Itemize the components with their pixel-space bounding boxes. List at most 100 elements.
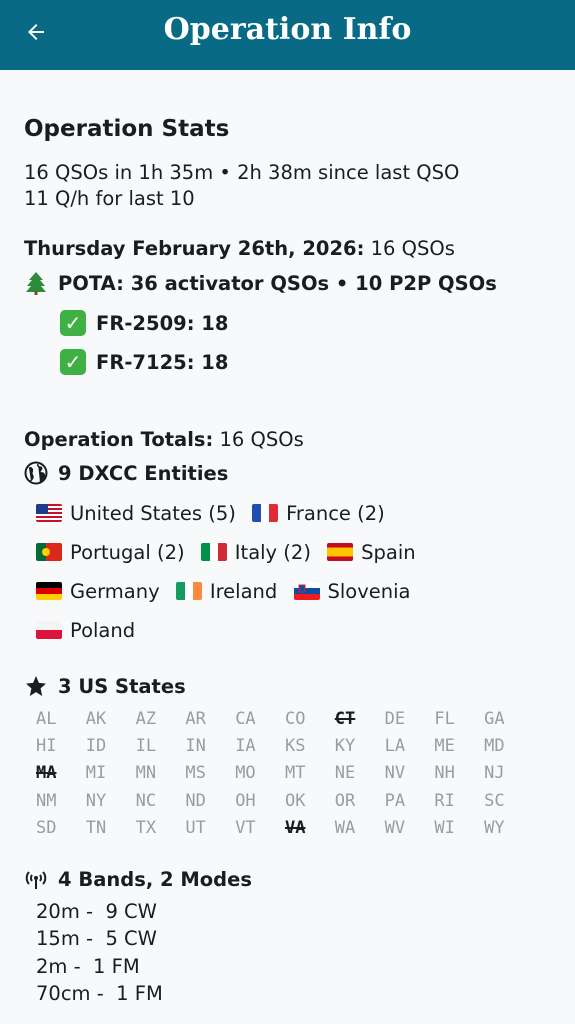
totals-label: Operation Totals:: [24, 428, 214, 451]
state-cell-in: IN: [185, 736, 206, 757]
bands-title: 4 Bands, 2 Modes: [58, 867, 252, 891]
dxcc-row: Portugal (2) Italy (2) Spain: [36, 541, 426, 564]
state-cell-sc: SC: [484, 790, 505, 811]
dxcc-entity-name: Germany: [70, 580, 160, 603]
dxcc-entity-name: Poland: [70, 619, 136, 642]
park-label: FR-7125: 18: [96, 350, 229, 374]
state-cell-wa: WA: [334, 817, 356, 838]
us-states-heading: 3 US States: [24, 674, 186, 698]
state-cell-nh: NH: [434, 763, 455, 784]
state-cell-nd: ND: [185, 790, 206, 811]
radio-tower-icon: [24, 867, 48, 891]
check-mark-icon: ✓: [60, 310, 86, 336]
page-title: Operation Info: [163, 12, 412, 47]
dxcc-entity: Poland: [36, 619, 135, 642]
band-line: 20m - 9 CW: [36, 900, 157, 923]
state-cell-ak: AK: [85, 709, 107, 729]
park-row: ✓ FR-2509: 18: [60, 310, 228, 336]
day-date-label: Thursday February 26th, 2026:: [24, 237, 365, 260]
app-bar: Operation Info: [0, 0, 575, 70]
dxcc-entity: Ireland: [175, 580, 277, 603]
dxcc-row: United States (5) France (2): [36, 502, 395, 525]
dxcc-entity: Spain: [327, 541, 416, 564]
state-cell-ca: CA: [235, 709, 256, 729]
dxcc-entity-name: Slovenia: [327, 580, 411, 603]
state-cell-wy: WY: [484, 817, 505, 838]
dxcc-title: 9 DXCC Entities: [58, 461, 229, 485]
state-cell-al: AL: [36, 709, 57, 729]
state-cell-ok: OK: [284, 790, 306, 811]
dxcc-entity: Italy (2): [200, 541, 311, 564]
operation-stats-heading: Operation Stats: [24, 116, 230, 142]
state-cell-az: AZ: [135, 709, 157, 729]
state-cell-ks: KS: [284, 736, 306, 757]
globe-icon: [24, 461, 48, 485]
state-cell-nc: NC: [135, 790, 157, 811]
state-cell-oh: OH: [235, 790, 256, 811]
state-cell-ct: CT: [334, 709, 356, 729]
state-cell-vt: VT: [235, 817, 256, 838]
band-line: 2m - 1 FM: [36, 955, 140, 978]
state-cell-ut: UT: [185, 817, 206, 838]
us-states-title: 3 US States: [58, 674, 186, 698]
stats-summary-line: 16 QSOs in 1h 35m • 2h 38m since last QS…: [24, 161, 460, 184]
band-line: 70cm - 1 FM: [36, 982, 163, 1005]
dxcc-row: Germany Ireland Slovenia: [36, 580, 421, 603]
dxcc-entity-name: United States (5): [70, 502, 236, 525]
si-flag-icon: [293, 582, 320, 600]
park-label: FR-2509: 18: [96, 311, 229, 335]
state-cell-ky: KY: [334, 736, 356, 757]
dxcc-entity: Germany: [36, 580, 160, 603]
state-cell-mn: MN: [135, 763, 157, 784]
state-cell-pa: PA: [384, 790, 406, 811]
bands-heading: 4 Bands, 2 Modes: [24, 867, 252, 891]
band-line: 15m - 5 CW: [36, 927, 157, 950]
evergreen-tree-icon: [24, 271, 48, 295]
state-cell-va: VA: [284, 817, 306, 838]
state-cell-co: CO: [284, 709, 306, 729]
pt-flag-icon: [36, 543, 62, 561]
state-cell-tx: TX: [135, 817, 157, 838]
state-cell-nm: NM: [36, 790, 57, 811]
state-cell-de: DE: [384, 709, 406, 729]
dxcc-entity: France (2): [252, 502, 385, 525]
state-cell-mt: MT: [284, 763, 306, 784]
dxcc-entity: Portugal (2): [36, 541, 185, 564]
pota-summary: POTA: 36 activator QSOs • 10 P2P QSOs: [24, 271, 497, 295]
park-row: ✓ FR-7125: 18: [60, 349, 228, 375]
es-flag-icon: [327, 543, 354, 561]
stats-rate-line: 11 Q/h for last 10: [24, 187, 195, 210]
state-cell-ga: GA: [484, 709, 505, 729]
state-cell-ar: AR: [185, 709, 206, 729]
state-cell-il: IL: [135, 736, 157, 757]
de-flag-icon: [36, 582, 62, 600]
state-cell-me: ME: [434, 736, 455, 757]
state-cell-hi: HI: [36, 736, 57, 757]
ie-flag-icon: [175, 582, 202, 600]
us-flag-icon: [36, 504, 62, 522]
dxcc-entity: Slovenia: [293, 580, 411, 603]
state-cell-ia: IA: [235, 736, 256, 757]
day-qso-count: 16 QSOs: [364, 237, 455, 260]
state-cell-md: MD: [484, 736, 505, 757]
dxcc-heading: 9 DXCC Entities: [24, 461, 228, 485]
state-cell-ms: MS: [185, 763, 206, 784]
us-states-grid: AL AK AZ AR CA CO CT DE FL GA HI ID IL IN IA KS KY LA ME MD…: [36, 706, 516, 842]
state-cell-or: OR: [334, 790, 356, 811]
check-mark-icon: ✓: [60, 349, 86, 375]
state-cell-ri: RI: [434, 790, 455, 811]
state-cell-nv: NV: [384, 763, 406, 784]
state-cell-ma: MA: [36, 763, 57, 784]
state-cell-wi: WI: [434, 817, 455, 838]
state-cell-id: ID: [85, 736, 107, 757]
state-cell-ne: NE: [334, 763, 356, 784]
fr-flag-icon: [252, 504, 279, 522]
state-cell-la: LA: [384, 736, 406, 757]
dxcc-entity-name: Italy (2): [234, 541, 311, 564]
operation-totals: Operation Totals: 16 QSOs: [24, 427, 304, 453]
dxcc-entity: United States (5): [36, 502, 236, 525]
pl-flag-icon: [36, 621, 62, 639]
pota-summary-text: POTA: 36 activator QSOs • 10 P2P QSOs: [58, 271, 497, 295]
dxcc-entity-name: Spain: [361, 541, 416, 564]
day-summary: Thursday February 26th, 2026: 16 QSOs: [24, 236, 455, 262]
